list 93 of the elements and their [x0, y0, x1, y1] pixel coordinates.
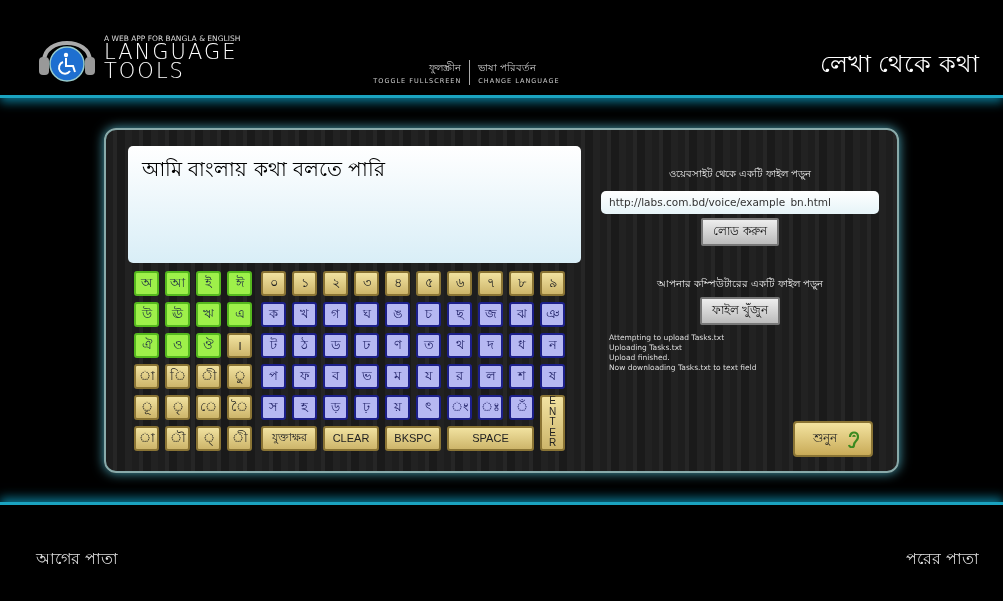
- keyboard-key[interactable]: ৃ: [165, 394, 190, 420]
- keyboard-key[interactable]: ে: [196, 394, 221, 420]
- keyboard-key[interactable]: ঢ়: [354, 394, 379, 420]
- keyboard-key[interactable]: ফ: [292, 363, 317, 389]
- keyboard-key[interactable]: ।: [227, 332, 252, 358]
- keyboard-key[interactable]: ও: [165, 332, 190, 358]
- keyboard-key[interactable]: SPACE: [447, 425, 534, 451]
- keyboard-key[interactable]: ঐ: [134, 332, 159, 358]
- keyboard-key[interactable]: ু: [227, 363, 252, 389]
- keyboard-key[interactable]: ন: [540, 332, 565, 358]
- keyboard-key[interactable]: ঢ: [354, 332, 379, 358]
- keyboard-key[interactable]: ৈ: [227, 394, 252, 420]
- keyboard-key[interactable]: ৮: [509, 270, 534, 296]
- keyboard-key[interactable]: ৎ: [416, 394, 441, 420]
- keyboard-key[interactable]: শ: [509, 363, 534, 389]
- section-label: ওয়েবসাইট থেকে একটি ফাইল পড়ুন: [669, 166, 811, 182]
- listen-button[interactable]: শুনুন: [793, 420, 873, 457]
- keyboard-key[interactable]: ভ: [354, 363, 379, 389]
- keyboard-key[interactable]: ৫: [416, 270, 441, 296]
- keyboard-key[interactable]: ৪: [385, 270, 410, 296]
- keyboard-key[interactable]: যুক্তাক্ষর: [261, 425, 317, 451]
- keyboard-key[interactable]: হ: [292, 394, 317, 420]
- keyboard-key[interactable]: ছ: [447, 301, 472, 327]
- keyboard-key[interactable]: ENTER: [540, 394, 565, 451]
- logo-title: TOOLS: [104, 61, 185, 81]
- keyboard-key[interactable]: ম: [385, 363, 410, 389]
- keyboard-key[interactable]: আ: [165, 270, 190, 296]
- keyboard-key[interactable]: ণ: [385, 332, 410, 358]
- keyboard-key[interactable]: ী: [227, 425, 252, 451]
- keyboard-key[interactable]: ঃ: [478, 394, 503, 420]
- keyboard-key[interactable]: স: [261, 394, 286, 420]
- keyboard-key[interactable]: ং: [447, 394, 472, 420]
- keyboard-key[interactable]: ী: [196, 363, 221, 389]
- text-area[interactable]: আমি বাংলায় কথা বলতে পারি: [128, 145, 581, 263]
- keyboard-key[interactable]: ঈ: [227, 270, 252, 296]
- keyboard-key[interactable]: া: [134, 425, 159, 451]
- keyboard-key[interactable]: ষ: [540, 363, 565, 389]
- keyboard-key[interactable]: এ: [227, 301, 252, 327]
- keyboard-key[interactable]: ড়: [323, 394, 348, 420]
- keyboard-key[interactable]: ল: [478, 363, 503, 389]
- keyboard-key[interactable]: ঞ: [540, 301, 565, 327]
- keyboard-key[interactable]: ্: [196, 425, 221, 451]
- keyboard-key[interactable]: অ: [134, 270, 159, 296]
- keyboard-key[interactable]: ২: [323, 270, 348, 296]
- keyboard-key[interactable]: ৯: [540, 270, 565, 296]
- section-label: আপনার কম্পিউটারের একটি ফাইল পড়ুন: [657, 276, 823, 292]
- keyboard-key[interactable]: ব: [323, 363, 348, 389]
- keyboard-key[interactable]: ঊ: [165, 301, 190, 327]
- keyboard-key[interactable]: ট: [261, 332, 286, 358]
- keyboard-key[interactable]: ঋ: [196, 301, 221, 327]
- keyboard-key[interactable]: BKSPC: [385, 425, 441, 451]
- keyboard-key[interactable]: য: [416, 363, 441, 389]
- keyboard-key[interactable]: ৭: [478, 270, 503, 296]
- logo-title: LANGUAGE: [104, 42, 238, 62]
- keyboard-key[interactable]: ঘ: [354, 301, 379, 327]
- keyboard-key[interactable]: গ: [323, 301, 348, 327]
- header-link[interactable]: ভাষা পরিবর্তন: [478, 60, 537, 77]
- keyboard-key[interactable]: চ: [416, 301, 441, 327]
- browse-button[interactable]: ফাইল খুঁজুন: [699, 296, 781, 325]
- keyboard-key[interactable]: র: [447, 363, 472, 389]
- keyboard-key[interactable]: ই: [196, 270, 221, 296]
- keyboard-key[interactable]: ূ: [134, 394, 159, 420]
- header-link[interactable]: ফুলস্ক্রীন: [429, 60, 462, 77]
- keyboard-key[interactable]: ড: [323, 332, 348, 358]
- keyboard-key[interactable]: জ: [478, 301, 503, 327]
- keyboard-key[interactable]: ঔ: [196, 332, 221, 358]
- previous-page-link[interactable]: আগের পাতা: [36, 545, 119, 573]
- keyboard-key[interactable]: া: [134, 363, 159, 389]
- keyboard-key[interactable]: ঝ: [509, 301, 534, 327]
- keyboard-key[interactable]: ঙ: [385, 301, 410, 327]
- keyboard-key[interactable]: ঁ: [509, 394, 534, 420]
- keyboard-key[interactable]: ধ: [509, 332, 534, 358]
- keyboard-key[interactable]: উ: [134, 301, 159, 327]
- ear-icon: [847, 429, 859, 448]
- next-page-link[interactable]: পরের পাতা: [905, 545, 979, 573]
- keyboard-key[interactable]: ঠ: [292, 332, 317, 358]
- keyboard-key[interactable]: ত: [416, 332, 441, 358]
- page-title: লেখা থেকে কথা: [819, 49, 979, 80]
- keyboard-key[interactable]: ০: [261, 270, 286, 296]
- keyboard-key[interactable]: ১: [292, 270, 317, 296]
- keyboard-key[interactable]: ৬: [447, 270, 472, 296]
- keyboard-key[interactable]: প: [261, 363, 286, 389]
- keyboard-key[interactable]: ৗ: [165, 425, 190, 451]
- load-button[interactable]: লোড করুন: [701, 217, 779, 246]
- url-field[interactable]: http://labs.com.bd/voice/example_bn.html: [601, 190, 879, 214]
- keyboard-key[interactable]: খ: [292, 301, 317, 327]
- keyboard-key[interactable]: ৩: [354, 270, 379, 296]
- keyboard-key[interactable]: ি: [165, 363, 190, 389]
- keyboard-key[interactable]: CLEAR: [323, 425, 379, 451]
- keyboard-key[interactable]: থ: [447, 332, 472, 358]
- keyboard-key[interactable]: য়: [385, 394, 410, 420]
- keyboard-key[interactable]: দ: [478, 332, 503, 358]
- keyboard-key[interactable]: ক: [261, 301, 286, 327]
